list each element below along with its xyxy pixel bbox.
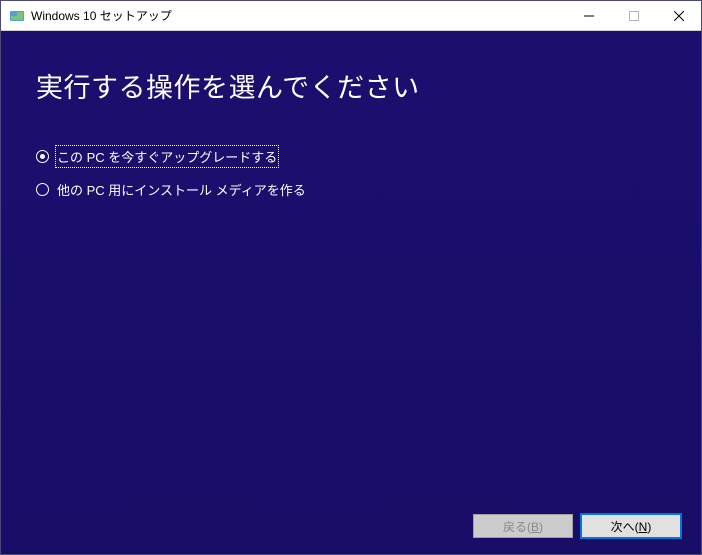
close-button[interactable]: [656, 1, 701, 30]
setup-window: Windows 10 セットアップ 実行する操作を選んでください この PC を…: [0, 0, 702, 555]
radio-icon: [36, 150, 49, 163]
main-content: 実行する操作を選んでください この PC を今すぐアップグレードする 他の PC…: [1, 31, 701, 554]
option-label: 他の PC 用にインストール メディアを作る: [57, 180, 306, 199]
back-button-label: 戻る(B): [503, 518, 543, 535]
maximize-button: [611, 1, 656, 30]
window-controls: [566, 1, 701, 30]
app-icon: [9, 8, 25, 24]
footer-buttons: 戻る(B) 次へ(N): [473, 514, 681, 538]
option-label: この PC を今すぐアップグレードする: [57, 147, 277, 166]
options-group: この PC を今すぐアップグレードする 他の PC 用にインストール メディアを…: [36, 147, 666, 199]
option-create-media[interactable]: 他の PC 用にインストール メディアを作る: [36, 180, 666, 199]
page-heading: 実行する操作を選んでください: [36, 66, 666, 105]
option-upgrade-now[interactable]: この PC を今すぐアップグレードする: [36, 147, 666, 166]
titlebar: Windows 10 セットアップ: [1, 1, 701, 31]
radio-icon: [36, 183, 49, 196]
window-title: Windows 10 セットアップ: [31, 7, 566, 24]
next-button[interactable]: 次へ(N): [581, 514, 681, 538]
back-button: 戻る(B): [473, 514, 573, 538]
minimize-button[interactable]: [566, 1, 611, 30]
next-button-label: 次へ(N): [611, 518, 652, 535]
